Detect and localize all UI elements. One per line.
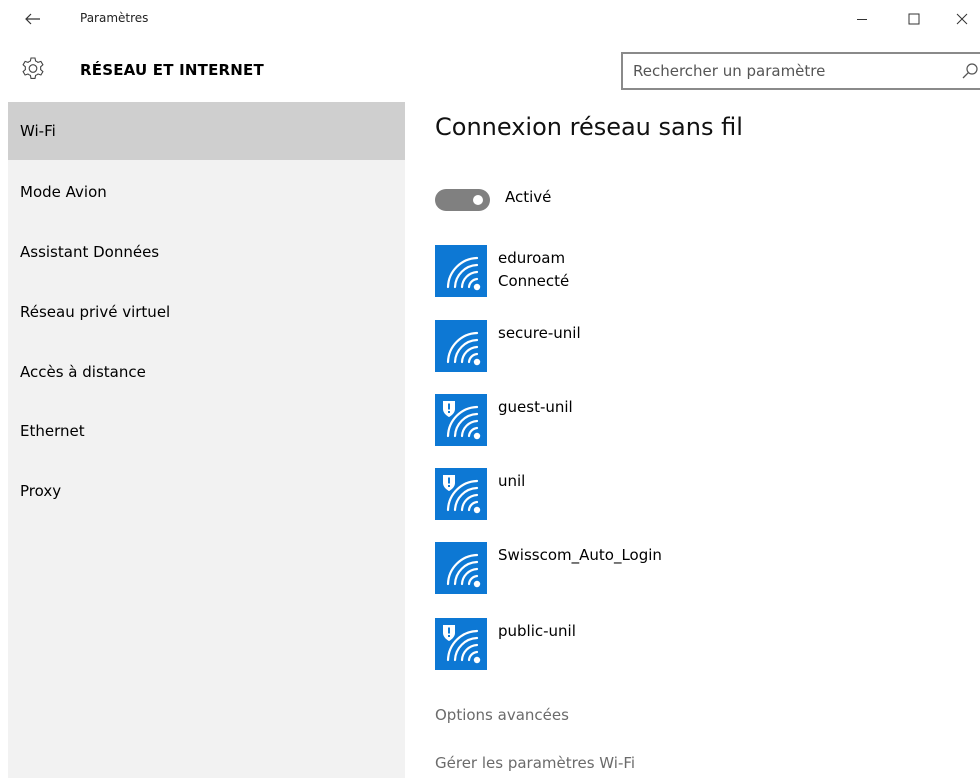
network-item-secure-unil[interactable]: secure-unil — [435, 320, 935, 374]
network-item-unil[interactable]: unil — [435, 468, 935, 522]
sidebar-nav: Wi-Fi Mode Avion Assistant Données Résea… — [8, 102, 405, 778]
wifi-shield-icon — [435, 468, 487, 520]
section-title: RÉSEAU ET INTERNET — [80, 61, 264, 79]
header: RÉSEAU ET INTERNET — [0, 38, 980, 102]
wifi-icon — [435, 245, 487, 297]
network-item-public-unil[interactable]: public-unil — [435, 618, 935, 672]
network-name: eduroam — [498, 249, 566, 267]
network-name: guest-unil — [498, 398, 573, 416]
maximize-button[interactable] — [894, 4, 934, 34]
network-item-eduroam[interactable]: eduroam Connecté — [435, 245, 935, 299]
sidebar-item-proxy[interactable]: Proxy — [8, 462, 405, 520]
network-name: unil — [498, 472, 526, 490]
network-status: Connecté — [498, 272, 570, 290]
toggle-knob — [473, 195, 483, 205]
gear-icon — [22, 57, 44, 79]
wifi-icon — [435, 542, 487, 594]
wifi-shield-icon — [435, 618, 487, 670]
sidebar-item-dial-up[interactable]: Accès à distance — [8, 343, 405, 401]
sidebar-item-airplane-mode[interactable]: Mode Avion — [8, 163, 405, 221]
network-item-swisscom-auto-login[interactable]: Swisscom_Auto_Login — [435, 542, 935, 596]
sidebar-item-ethernet[interactable]: Ethernet — [8, 402, 405, 460]
close-button[interactable] — [942, 4, 980, 34]
close-icon — [956, 13, 968, 25]
sidebar-item-label: Réseau privé virtuel — [20, 303, 171, 321]
sidebar-item-data-usage[interactable]: Assistant Données — [8, 223, 405, 281]
network-name: public-unil — [498, 622, 576, 640]
search-icon[interactable] — [961, 62, 979, 80]
search-input[interactable] — [623, 54, 943, 88]
sidebar-item-label: Mode Avion — [20, 183, 107, 201]
sidebar-item-label: Wi-Fi — [20, 122, 56, 140]
advanced-options-link[interactable]: Options avancées — [435, 706, 569, 724]
wifi-toggle[interactable] — [435, 189, 490, 211]
page-title: Connexion réseau sans fil — [435, 113, 743, 141]
sidebar-item-label: Assistant Données — [20, 243, 160, 261]
wifi-shield-icon — [435, 394, 487, 446]
network-name: secure-unil — [498, 324, 581, 342]
sidebar-item-label: Proxy — [20, 482, 62, 500]
main-content: Connexion réseau sans fil Activé eduroam… — [405, 102, 980, 778]
sidebar-item-label: Ethernet — [20, 422, 85, 440]
sidebar-item-wifi[interactable]: Wi-Fi — [8, 102, 405, 160]
maximize-icon — [908, 13, 920, 25]
manage-wifi-settings-link[interactable]: Gérer les paramètres Wi-Fi — [435, 754, 635, 772]
search-box[interactable] — [621, 52, 980, 90]
back-button[interactable] — [22, 8, 44, 30]
title-bar: Paramètres — [0, 0, 980, 38]
sidebar-item-label: Accès à distance — [20, 363, 146, 381]
network-name: Swisscom_Auto_Login — [498, 546, 662, 564]
minimize-icon — [857, 19, 867, 20]
wifi-icon — [435, 320, 487, 372]
window-title: Paramètres — [80, 11, 149, 25]
toggle-label: Activé — [505, 188, 552, 206]
back-arrow-icon — [25, 13, 40, 25]
minimize-button[interactable] — [842, 4, 882, 34]
sidebar-item-vpn[interactable]: Réseau privé virtuel — [8, 283, 405, 341]
network-item-guest-unil[interactable]: guest-unil — [435, 394, 935, 448]
